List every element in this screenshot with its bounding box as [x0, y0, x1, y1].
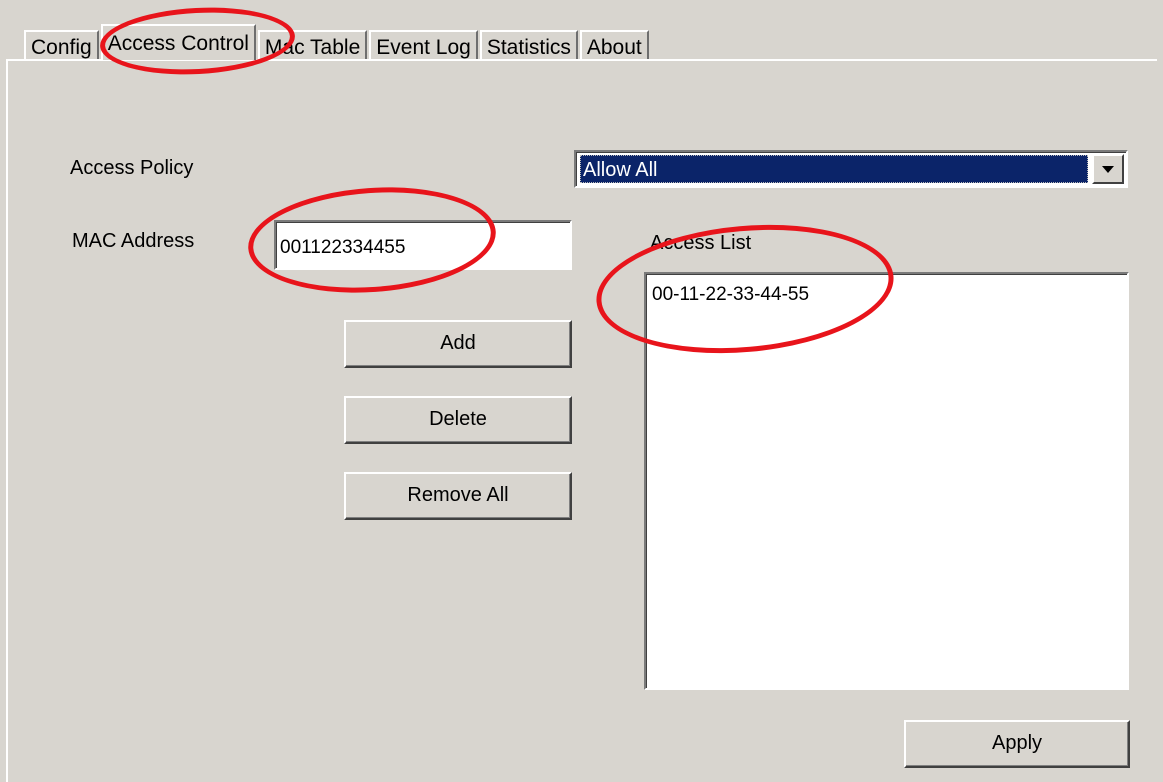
tab-event-log[interactable]: Event Log [369, 30, 478, 60]
dropdown-button[interactable] [1092, 154, 1124, 184]
access-control-window: Config Access Control Mac Table Event Lo… [0, 0, 1163, 782]
delete-button[interactable]: Delete [344, 396, 572, 444]
tab-strip: Config Access Control Mac Table Event Lo… [24, 24, 651, 60]
mac-address-label: MAC Address [72, 230, 195, 252]
access-policy-label: Access Policy [70, 157, 194, 179]
access-policy-select[interactable]: Allow All [574, 150, 1128, 188]
access-list-box[interactable]: 00-11-22-33-44-55 [644, 272, 1129, 690]
access-policy-selected-value: Allow All [580, 155, 1088, 183]
chevron-down-icon [1102, 166, 1114, 173]
list-item[interactable]: 00-11-22-33-44-55 [646, 274, 1127, 306]
add-button[interactable]: Add [344, 320, 572, 368]
tab-config[interactable]: Config [24, 30, 99, 60]
access-list-label: Access List [650, 232, 752, 254]
tab-mac-table[interactable]: Mac Table [257, 30, 368, 60]
tab-about[interactable]: About [579, 30, 649, 60]
apply-button[interactable]: Apply [904, 720, 1130, 768]
remove-all-button[interactable]: Remove All [344, 472, 572, 520]
tab-access-control[interactable]: Access Control [100, 24, 256, 60]
mac-address-input[interactable] [274, 220, 572, 270]
tab-statistics[interactable]: Statistics [479, 30, 578, 60]
